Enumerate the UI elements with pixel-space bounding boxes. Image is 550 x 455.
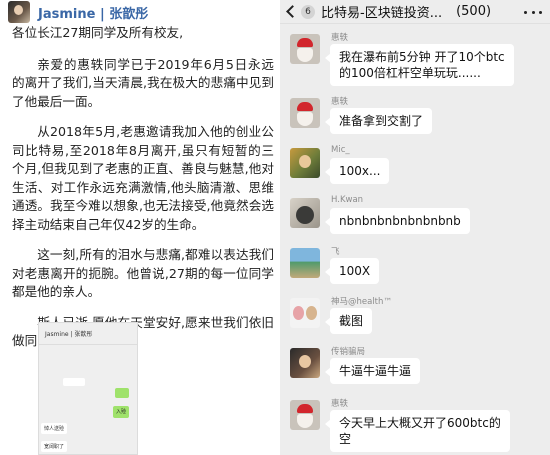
thumb-bubble (63, 378, 85, 386)
thumb-label: 悼人送殓 (41, 423, 68, 434)
message-bubble[interactable]: 100X (324, 258, 380, 284)
chat-message: 惠轶 今天早上大概又开了600btc的 空 (290, 399, 545, 452)
message-text: 截图 (339, 314, 364, 328)
sender-name: 传销骗局 (331, 347, 366, 357)
message-bubble[interactable]: 100x... (324, 158, 390, 184)
sender-name: 惠轶 (331, 97, 349, 107)
memorial-post-panel: Jasmine | 张歆彤 各位长江27期同学及所有校友, 亲爱的惠轶同学已于2… (0, 0, 276, 455)
message-text: 100x... (339, 164, 381, 178)
thumb-divider (39, 344, 137, 345)
screenshot-composite: Jasmine | 张歆彤 各位长江27期同学及所有校友, 亲爱的惠轶同学已于2… (0, 0, 550, 455)
chat-message: 惠轶 我在瀑布前5分钟 开了10个btc 的100倍杠杆空单玩玩...... (290, 33, 545, 86)
chat-message: 神马@health™ 截图 (290, 297, 545, 338)
chat-message: H.Kwan nbnbnbnbnbnbnbnb (290, 195, 545, 238)
unread-badge[interactable]: 6 (301, 4, 315, 19)
message-bubble[interactable]: 今天早上大概又开了600btc的 空 (325, 410, 510, 452)
sender-name: 神马@health™ (331, 297, 392, 307)
message-text: 空 (339, 432, 352, 446)
sender-avatar[interactable] (290, 98, 320, 128)
sender-name: 惠轶 (331, 399, 349, 409)
sender-name: 飞 (331, 247, 340, 257)
message-text: 100X (339, 264, 371, 278)
chat-title: 比特易-区块链投资... (321, 6, 443, 21)
post-body: 各位长江27期同学及所有校友, 亲爱的惠轶同学已于2019年6月5日永远的离开了… (12, 24, 274, 363)
thumb-title: Jasmine | 张歆彤 (45, 331, 93, 338)
chat-message: 惠轶 准备拿到交割了 (290, 97, 545, 138)
sender-avatar[interactable] (290, 400, 320, 430)
back-arrow-icon[interactable] (283, 0, 301, 24)
thumb-bubble (115, 388, 129, 398)
post-greeting: 各位长江27期同学及所有校友, (12, 25, 184, 40)
post-header: Jasmine | 张歆彤 (8, 1, 148, 23)
group-chat-panel: 6 比特易-区块链投资... (500) 惠轶 我在瀑布前5分钟 开了10个bt… (280, 0, 550, 455)
sender-name: 惠轶 (331, 33, 349, 43)
post-paragraph: 这一刻,所有的泪水与悲痛,都难以表达我们对老惠离开的扼腕。他曾说,27期的每一位… (12, 247, 274, 299)
embedded-chat-screenshot[interactable]: Jasmine | 张歆彤 入殓 悼人送殓 宽阔职了 (38, 322, 138, 455)
message-text: 我在瀑布前5分钟 开了10个btc (339, 50, 505, 64)
message-bubble[interactable]: 准备拿到交割了 (324, 108, 433, 134)
sender-avatar[interactable] (290, 248, 320, 278)
sender-name: Mic_ (331, 145, 350, 155)
thumb-label: 宽阔职了 (41, 441, 68, 452)
message-bubble[interactable]: 截图 (324, 308, 373, 334)
chat-header: 6 比特易-区块链投资... (500) (280, 0, 550, 24)
sender-avatar[interactable] (290, 148, 320, 178)
message-text: nbnbnbnbnbnbnbnb (339, 214, 461, 228)
author-avatar[interactable] (8, 1, 30, 23)
post-paragraph: 亲爱的惠轶同学已于2019年6月5日永远的离开了我们,当天清晨,我在极大的悲痛中… (12, 56, 274, 109)
post-paragraph: 从2018年5月,老惠邀请我加入他的创业公司比特易,至2018年8月离开,虽只有… (12, 124, 274, 232)
sender-avatar[interactable] (290, 348, 320, 378)
member-count: (500) (456, 4, 492, 19)
sender-avatar[interactable] (290, 34, 320, 64)
message-bubble[interactable]: nbnbnbnbnbnbnbnb (325, 208, 470, 234)
sender-name: H.Kwan (331, 195, 364, 205)
more-options-icon[interactable] (524, 7, 542, 17)
message-text: 牛逼牛逼牛逼 (339, 364, 412, 378)
message-text: 今天早上大概又开了600btc的 (339, 416, 501, 430)
chat-message: Mic_ 100x... (290, 145, 545, 188)
sender-avatar[interactable] (290, 298, 320, 328)
chat-message: 飞 100X (290, 247, 545, 288)
sender-avatar[interactable] (290, 198, 320, 228)
message-bubble[interactable]: 牛逼牛逼牛逼 (324, 358, 421, 384)
chat-message: 传销骗局 牛逼牛逼牛逼 (290, 347, 545, 388)
thumb-bubble: 入殓 (113, 406, 129, 418)
post-author[interactable]: Jasmine | 张歆彤 (38, 3, 148, 22)
message-text: 的100倍杠杆空单玩玩...... (339, 66, 481, 80)
message-text: 准备拿到交割了 (339, 114, 424, 128)
message-bubble[interactable]: 我在瀑布前5分钟 开了10个btc 的100倍杠杆空单玩玩...... (325, 44, 514, 86)
